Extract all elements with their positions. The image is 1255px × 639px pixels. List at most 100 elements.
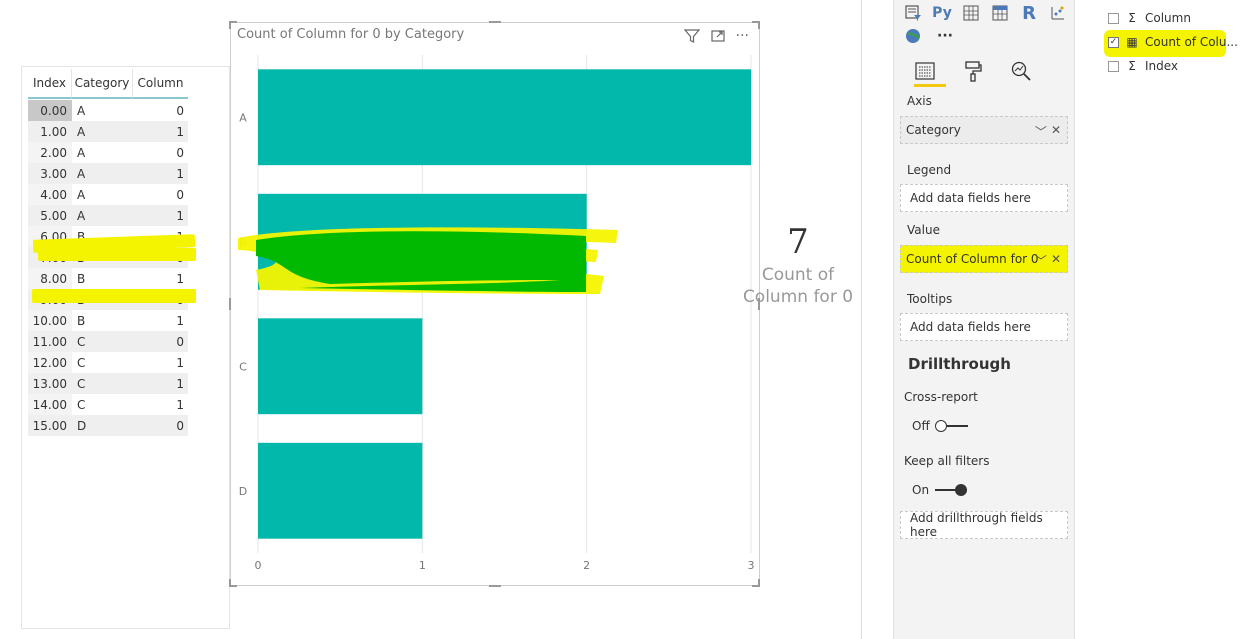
table-row[interactable]: 12.00 C 1 xyxy=(28,352,188,373)
visualizations-pane: Py R ··· Axis Category ﹀ ✕ Legend Add da… xyxy=(893,0,1075,639)
cell-column: 1 xyxy=(133,373,188,394)
resize-handle-br-v[interactable] xyxy=(758,579,760,587)
table-row[interactable]: 13.00 C 1 xyxy=(28,373,188,394)
calculator-icon: ▦ xyxy=(1126,35,1138,49)
axis-field-chip[interactable]: Category xyxy=(906,123,961,137)
bar-chart-visual[interactable]: Count of Column for 0 by Category ··· 01… xyxy=(230,22,760,586)
resize-handle-bl-v[interactable] xyxy=(229,579,231,587)
canvas-edge xyxy=(861,0,862,639)
cell-index: 0.00 xyxy=(28,100,72,121)
r-visual-icon[interactable]: R xyxy=(1018,3,1040,24)
table-row[interactable]: 5.00 A 1 xyxy=(28,205,188,226)
cell-category: D xyxy=(72,415,133,436)
cell-column: 0 xyxy=(176,103,184,118)
field-item-count-of-column[interactable]: ✓ ▦ Count of Colu... xyxy=(1108,35,1238,49)
checkbox[interactable] xyxy=(1108,60,1119,72)
sigma-icon: Σ xyxy=(1128,59,1136,73)
cell-index: 13.00 xyxy=(28,373,72,394)
cell-index: 3.00 xyxy=(28,163,72,184)
table-row[interactable]: 8.00 B 1 xyxy=(28,268,188,289)
analytics-magnifier-icon[interactable] xyxy=(1006,58,1036,84)
cell-column: 1 xyxy=(176,313,184,328)
category-label: A xyxy=(239,111,247,124)
resize-handle-top[interactable] xyxy=(489,21,501,23)
header-index[interactable]: Index xyxy=(28,69,72,99)
fields-tab-icon[interactable] xyxy=(910,58,940,84)
table-row[interactable]: 15.00 D 0 xyxy=(28,415,188,436)
field-item-column[interactable]: Σ Column xyxy=(1108,11,1191,25)
chart-plot: 0 1 2 3 A B C D xyxy=(239,55,755,572)
value-well[interactable]: Count of Column for 0 ﹀ ✕ xyxy=(900,245,1068,273)
close-icon[interactable]: ✕ xyxy=(1051,123,1061,140)
drillthrough-well[interactable]: Add drillthrough fields here xyxy=(900,511,1068,539)
resize-handle-bottom[interactable] xyxy=(489,585,501,587)
toggle-track[interactable] xyxy=(935,484,968,496)
table-visual[interactable]: Index Category Column 0.00 A 0 1.00 A 1 2.00 A 0… xyxy=(21,66,230,629)
value-well-actions: ﹀ ✕ xyxy=(1035,252,1061,269)
header-column[interactable]: Column xyxy=(133,69,188,99)
chevron-down-icon[interactable]: ﹀ xyxy=(1035,123,1047,140)
keep-filters-state: On xyxy=(912,483,930,497)
cell-column: 1 xyxy=(176,355,184,370)
axis-well[interactable]: Category ﹀ ✕ xyxy=(900,116,1068,144)
value-field-chip[interactable]: Count of Column for 0 xyxy=(906,252,1039,266)
visual-icons-row-2: ··· xyxy=(902,26,956,46)
format-paint-roller-icon[interactable] xyxy=(958,58,988,84)
cell-category: B xyxy=(77,313,86,328)
cross-report-toggle[interactable]: Off xyxy=(912,419,968,433)
more-visuals-icon[interactable]: ··· xyxy=(934,26,956,46)
x-tick-label: 1 xyxy=(419,559,426,572)
axis-label: Axis xyxy=(907,94,932,108)
cell-column: 0 xyxy=(133,331,188,352)
table-row[interactable]: 10.00 B 1 xyxy=(28,310,188,331)
table-row[interactable]: 2.00 A 0 xyxy=(28,142,188,163)
cell-category: C xyxy=(77,355,86,370)
toggle-knob-off[interactable] xyxy=(934,420,947,432)
header-category[interactable]: Category xyxy=(72,69,133,99)
cell-column: 0 xyxy=(133,415,188,436)
cross-report-state: Off xyxy=(912,419,930,433)
bar-c[interactable] xyxy=(258,318,423,415)
matrix-visual-icon[interactable] xyxy=(989,3,1011,23)
table-row[interactable]: 1.00 A 1 xyxy=(28,121,188,142)
table-header: Index Category Column xyxy=(28,69,188,99)
toggle-knob-on[interactable] xyxy=(955,484,968,496)
cell-column: 0 xyxy=(176,187,184,202)
cell-category: C xyxy=(72,373,133,394)
python-visual-icon[interactable]: Py xyxy=(931,3,953,23)
cell-category: C xyxy=(77,397,86,412)
checkbox-checked[interactable]: ✓ xyxy=(1108,36,1119,48)
bar-d[interactable] xyxy=(258,442,423,539)
checkbox[interactable] xyxy=(1108,12,1119,24)
bar-b[interactable] xyxy=(258,193,587,290)
resize-handle-tl-v[interactable] xyxy=(229,21,231,29)
resize-handle-left[interactable] xyxy=(229,298,231,310)
table-row[interactable]: 11.00 C 0 xyxy=(28,331,188,352)
visual-icons-row: Py R xyxy=(902,3,1069,24)
keep-filters-toggle[interactable]: On xyxy=(912,483,968,497)
cell-column: 1 xyxy=(176,397,184,412)
cell-category: A xyxy=(72,205,133,226)
legend-well[interactable]: Add data fields here xyxy=(900,184,1068,212)
field-label: Count of Colu... xyxy=(1145,35,1238,49)
table-row[interactable]: 14.00 C 1 xyxy=(28,394,188,415)
custom-visual-icon[interactable] xyxy=(1047,3,1069,23)
tooltips-well[interactable]: Add data fields here xyxy=(900,313,1068,341)
toggle-track[interactable] xyxy=(934,420,968,432)
close-icon[interactable]: ✕ xyxy=(1051,252,1061,269)
resize-handle-tr-v[interactable] xyxy=(758,21,760,29)
card-visual[interactable]: 7 Count of Column for 0 xyxy=(728,220,868,308)
field-label: Index xyxy=(1145,59,1179,73)
chevron-down-icon[interactable]: ﹀ xyxy=(1035,252,1047,269)
table-row[interactable]: 0.00 A 0 xyxy=(28,100,188,121)
globe-visual-icon[interactable] xyxy=(902,26,924,46)
table-visual-icon[interactable] xyxy=(960,3,982,23)
slicer-icon[interactable] xyxy=(902,3,924,23)
bar-a[interactable] xyxy=(258,69,751,166)
field-item-index[interactable]: Σ Index xyxy=(1108,59,1178,73)
category-label: D xyxy=(239,485,247,498)
drillthrough-title: Drillthrough xyxy=(908,355,1011,373)
table-row[interactable]: 4.00 A 0 xyxy=(28,184,188,205)
table-row[interactable]: 3.00 A 1 xyxy=(28,163,188,184)
cell-index: 1.00 xyxy=(28,121,72,142)
